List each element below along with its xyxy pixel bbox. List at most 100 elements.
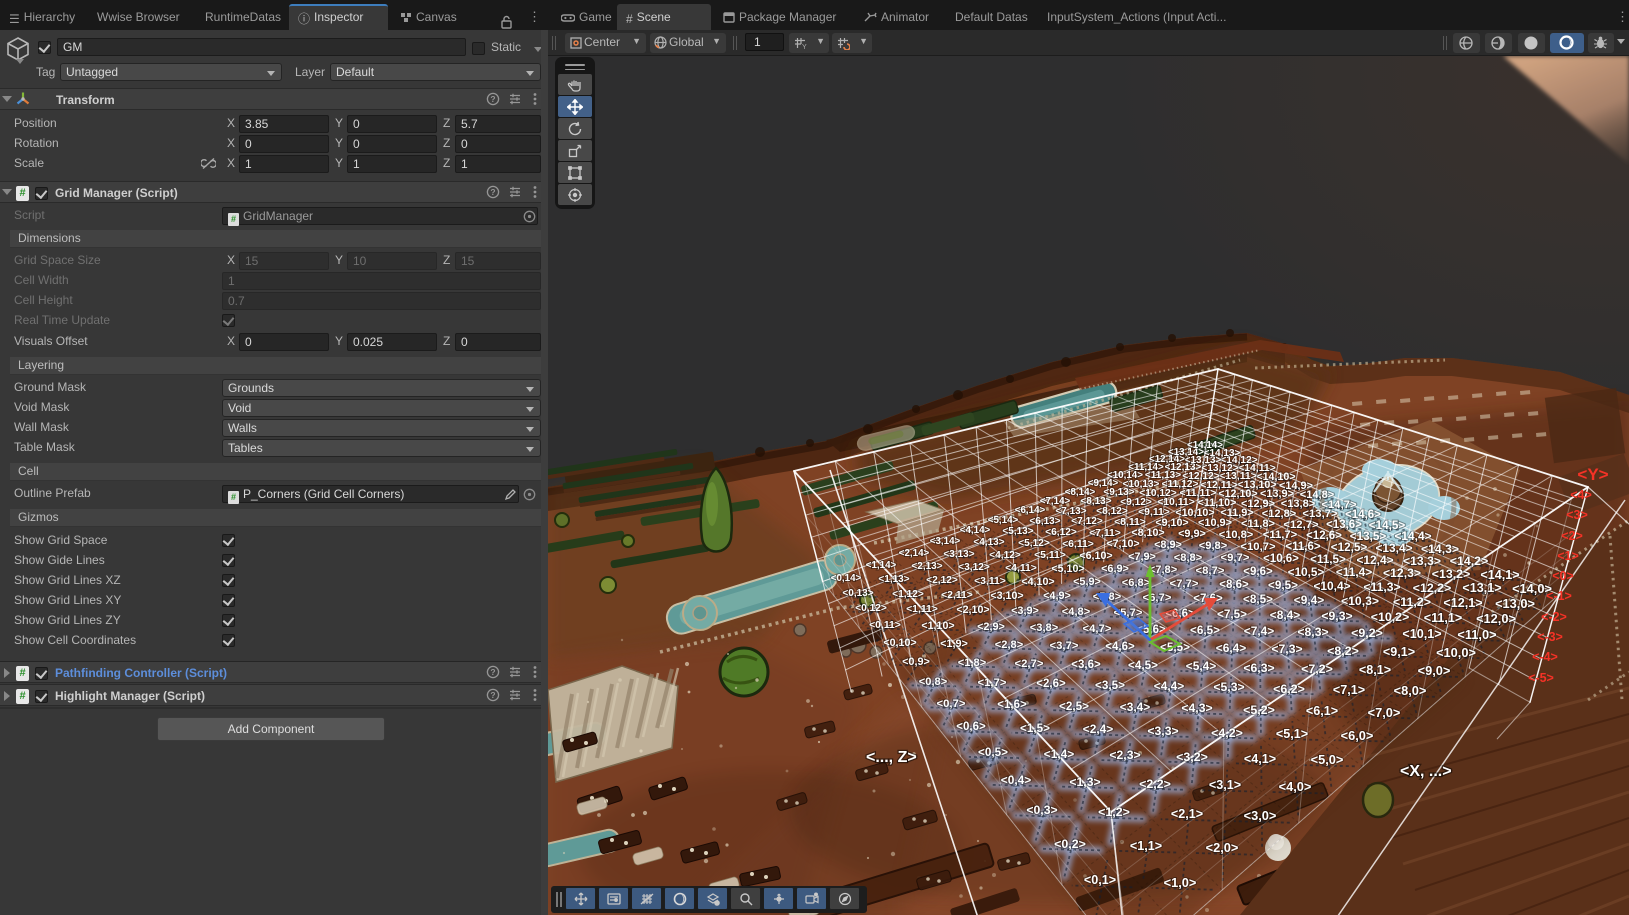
svg-text:<3,1>: <3,1> [1209, 778, 1241, 792]
svg-text:<2>: <2> [1561, 529, 1583, 543]
svg-text:<0,12>: <0,12> [855, 603, 887, 614]
svg-text:<3,12>: <3,12> [958, 562, 990, 573]
svg-text:<11,4>: <11,4> [1336, 565, 1372, 579]
svg-text:<3>: <3> [1566, 508, 1588, 522]
svg-text:<6,8>: <6,8> [1122, 577, 1151, 589]
svg-text:<13,4>: <13,4> [1375, 541, 1412, 555]
svg-text:<0,6>: <0,6> [956, 721, 986, 733]
svg-text:<10,6>: <10,6> [1263, 553, 1299, 565]
svg-text:<8,2>: <8,2> [1327, 644, 1359, 658]
svg-text:<13,1>: <13,1> [1462, 581, 1501, 595]
svg-text:<3,13>: <3,13> [943, 549, 974, 560]
svg-text:<3,4>: <3,4> [1120, 700, 1150, 714]
svg-text:<1,4>: <1,4> [1044, 747, 1074, 761]
svg-text:<10,7>: <10,7> [1240, 541, 1276, 553]
svg-text:<1,14>: <1,14> [866, 560, 897, 571]
svg-text:<Y>: <Y> [1577, 465, 1608, 484]
svg-text:Y: Y [802, 44, 807, 50]
svg-text:<14,14>: <14,14> [1187, 440, 1223, 451]
svg-text:<9,9>: <9,9> [1178, 528, 1206, 540]
svg-text:<7,10>: <7,10> [1106, 538, 1139, 550]
svg-text:?: ? [490, 94, 495, 104]
svg-text:<8,6>: <8,6> [1219, 579, 1249, 591]
svg-text:<11,1>: <11,1> [1424, 611, 1463, 625]
svg-text:<2,4>: <2,4> [1083, 722, 1113, 736]
svg-text:<6,12>: <6,12> [1045, 527, 1077, 538]
svg-text:<11,0>: <11,0> [1457, 627, 1496, 642]
svg-text:<5,2>: <5,2> [1243, 703, 1275, 717]
svg-text:<5,7>: <5,7> [1114, 607, 1143, 619]
svg-text:<1,12>: <1,12> [892, 589, 924, 600]
svg-text:<0,8>: <0,8> [919, 676, 948, 688]
svg-text:<3,0>: <3,0> [1244, 808, 1277, 823]
svg-text:<4,7>: <4,7> [1083, 623, 1112, 635]
svg-text:<2,5>: <2,5> [1059, 700, 1089, 713]
svg-text:<7,9>: <7,9> [1128, 551, 1156, 563]
svg-text:<10,8>: <10,8> [1219, 529, 1254, 541]
svg-text:<7,0>: <7,0> [1368, 705, 1401, 720]
svg-text:<10,3>: <10,3> [1341, 594, 1379, 608]
svg-text:<2,2>: <2,2> [1139, 777, 1171, 791]
svg-text:<4,2>: <4,2> [1211, 726, 1243, 740]
svg-text:<4,13>: <4,13> [973, 537, 1004, 548]
svg-text:<9,4>: <9,4> [1294, 593, 1324, 607]
svg-text:<12,6>: <12,6> [1306, 530, 1342, 542]
svg-text:<12,0>: <12,0> [1476, 611, 1516, 626]
svg-text:<9,5>: <9,5> [1268, 579, 1298, 592]
svg-text:<5,5>: <5,5> [1160, 641, 1190, 654]
svg-text:<11,3>: <11,3> [1363, 580, 1400, 594]
svg-text:<9,11>: <9,11> [1138, 507, 1170, 518]
svg-text:<13,2>: <13,2> [1432, 567, 1471, 581]
svg-text:<2,1>: <2,1> [1171, 807, 1203, 821]
svg-text:<10,4>: <10,4> [1313, 579, 1350, 593]
svg-text:<4,8>: <4,8> [1062, 606, 1091, 618]
svg-text:<5,10>: <5,10> [1051, 563, 1084, 575]
svg-text:<8,4>: <8,4> [1270, 608, 1300, 622]
svg-text:<8,11>: <8,11> [1114, 517, 1146, 528]
svg-text:<3,3>: <3,3> [1147, 724, 1178, 738]
svg-text:<2,0>: <2,0> [1206, 840, 1239, 855]
svg-text:<11,6>: <11,6> [1285, 541, 1320, 553]
svg-text:<9,6>: <9,6> [1243, 566, 1273, 578]
svg-text:<6,10>: <6,10> [1079, 550, 1112, 562]
svg-text:<7,13>: <7,13> [1055, 506, 1086, 517]
svg-text:<0,2>: <0,2> [1054, 837, 1086, 851]
svg-text:<0>: <0> [1552, 569, 1574, 583]
svg-text:<..., Z>: <..., Z> [866, 749, 917, 766]
svg-text:<5,14>: <5,14> [988, 515, 1019, 526]
svg-text:<0,11>: <0,11> [869, 620, 901, 631]
svg-text:<0,5>: <0,5> [978, 746, 1008, 759]
svg-text:<0,14>: <0,14> [831, 573, 862, 584]
svg-text:<1,8>: <1,8> [958, 657, 987, 669]
svg-text:<4,5>: <4,5> [1128, 659, 1158, 672]
svg-text:<1,13>: <1,13> [878, 574, 909, 585]
svg-text:<14,1>: <14,1> [1480, 568, 1519, 582]
svg-text:<8,8>: <8,8> [1174, 552, 1203, 564]
svg-text:<8,5>: <8,5> [1243, 593, 1273, 606]
svg-text:<10,1>: <10,1> [1402, 627, 1441, 641]
svg-text:?: ? [490, 690, 495, 700]
svg-text:?: ? [490, 667, 495, 677]
svg-text:<12,2>: <12,2> [1413, 581, 1452, 595]
svg-text:<-2>: <-2> [1541, 610, 1567, 624]
svg-text:<0,10>: <0,10> [883, 637, 916, 649]
svg-text:<3,8>: <3,8> [1030, 622, 1059, 634]
svg-text:<1,0>: <1,0> [1164, 875, 1197, 890]
svg-text:<13,0>: <13,0> [1495, 596, 1535, 611]
svg-text:<5,12>: <5,12> [1018, 538, 1050, 549]
svg-text:<5,11>: <5,11> [1034, 550, 1066, 561]
svg-text:<7,2>: <7,2> [1301, 662, 1333, 676]
svg-text:<9,1>: <9,1> [1383, 645, 1415, 659]
svg-text:<12,7>: <12,7> [1283, 519, 1319, 531]
svg-text:<4,1>: <4,1> [1244, 752, 1276, 766]
svg-text:<11,5>: <11,5> [1310, 553, 1346, 566]
svg-text:<14,2>: <14,2> [1450, 554, 1489, 568]
svg-text:<2,7>: <2,7> [1015, 658, 1044, 670]
svg-text:<-3>: <-3> [1537, 630, 1563, 644]
svg-text:<2,12>: <2,12> [926, 575, 958, 586]
svg-text:<6,3>: <6,3> [1243, 661, 1274, 675]
svg-text:<4,4>: <4,4> [1154, 679, 1184, 693]
svg-text:<9,2>: <9,2> [1351, 626, 1383, 640]
svg-text:<1,2>: <1,2> [1098, 805, 1130, 819]
svg-text:<-5>: <-5> [1528, 671, 1554, 685]
